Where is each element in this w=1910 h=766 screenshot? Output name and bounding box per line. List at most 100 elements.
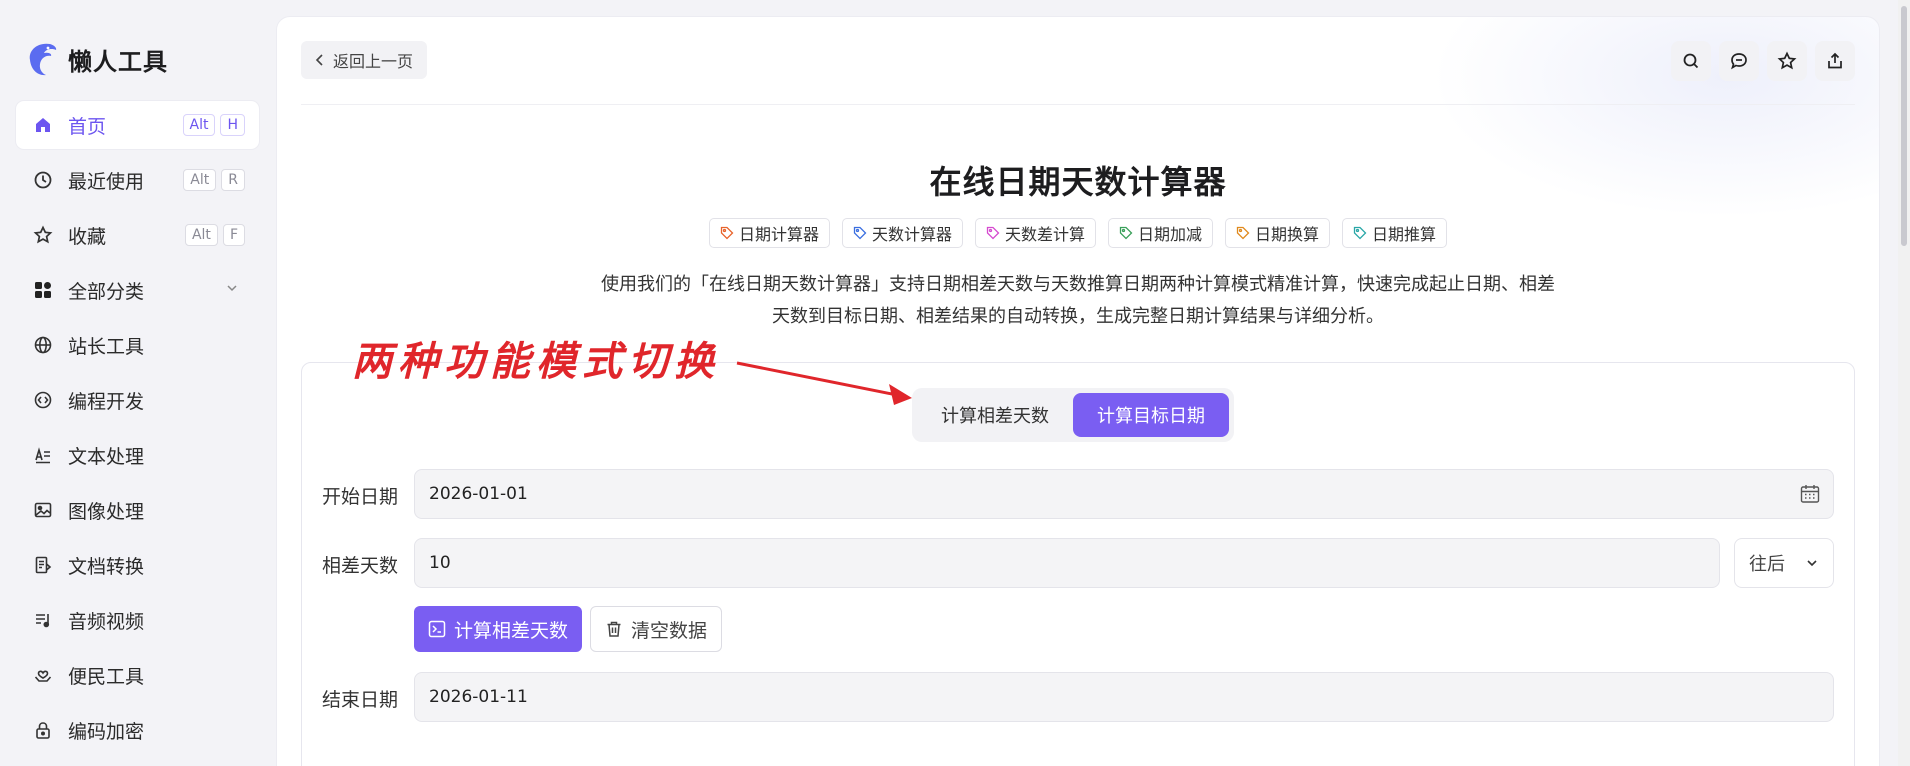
share-icon — [1828, 52, 1842, 69]
trash-icon — [607, 621, 621, 637]
comment-icon — [1731, 53, 1747, 70]
sidebar-item-label: 文本处理 — [68, 445, 145, 468]
direction-select[interactable]: 往后 — [1734, 538, 1834, 588]
tag-list: 日期计算器 天数计算器 天数差计算 日期加减 日期换算 日期推算 — [277, 218, 1879, 248]
sidebar-item-recent[interactable]: 最近使用 Alt R — [16, 156, 259, 204]
tag-label: 日期换算 — [1255, 225, 1320, 244]
sidebar-item-image[interactable]: 图像处理 — [16, 486, 259, 534]
sidebar-item-favorites[interactable]: 收藏 Alt F — [16, 211, 259, 259]
chevron-down-icon — [1807, 560, 1817, 567]
direction-value: 往后 — [1749, 554, 1785, 575]
annotation-text: 两种功能模式切换 — [352, 338, 720, 385]
shortcut-key: Alt — [184, 224, 218, 246]
top-bar: 返回上一页 — [301, 41, 1855, 81]
sidebar-item-label: 站长工具 — [68, 335, 145, 358]
app-name: 懒人工具 — [68, 47, 168, 76]
tag[interactable]: 天数差计算 — [974, 218, 1096, 248]
tag-icon — [720, 226, 734, 240]
shortcut-key: Alt — [183, 169, 217, 191]
lock-icon — [32, 719, 54, 741]
code-icon — [32, 389, 54, 411]
clear-button[interactable]: 清空数据 — [590, 606, 723, 652]
sidebar-item-audio-video[interactable]: 音频视频 — [16, 596, 259, 644]
back-button[interactable]: 返回上一页 — [301, 41, 428, 79]
tag-label: 日期加减 — [1138, 225, 1203, 244]
shortcut-key: H — [220, 114, 245, 136]
dolphin-logo-icon — [29, 43, 57, 76]
search-icon — [1683, 53, 1699, 69]
document-icon — [32, 554, 54, 576]
sidebar: 懒人工具 首页 Alt H 最近使用 Alt R 收藏 Alt F 全部分类 站… — [0, 0, 274, 766]
end-date-value: 2026-01-11 — [429, 687, 528, 707]
search-button[interactable] — [1671, 41, 1711, 81]
music-icon — [32, 609, 54, 631]
grid-icon — [32, 279, 54, 301]
shortcut-key: R — [221, 169, 245, 191]
share-button[interactable] — [1815, 41, 1855, 81]
diff-days-label: 相差天数 — [322, 555, 399, 577]
diff-days-value: 10 — [429, 553, 451, 573]
calculate-button[interactable]: 计算相差天数 — [414, 606, 583, 652]
main-panel: 返回上一页 在线日期天数计算器 日期计算器 天数计算器 天数差计算 日期加减 日… — [276, 16, 1880, 766]
end-date-label: 结束日期 — [322, 689, 399, 711]
tag[interactable]: 日期推算 — [1342, 218, 1448, 248]
chevron-down-icon — [225, 281, 239, 299]
sidebar-item-encoding[interactable]: 编码加密 — [16, 706, 259, 754]
terminal-icon — [428, 620, 446, 638]
tag[interactable]: 日期计算器 — [708, 218, 830, 248]
sidebar-item-text[interactable]: 文本处理 — [16, 431, 259, 479]
mode-switch: 计算相差天数 计算目标日期 — [912, 388, 1234, 442]
chevron-left-icon — [315, 54, 323, 66]
tag-icon — [1119, 226, 1133, 240]
tag-label: 天数差计算 — [1004, 225, 1085, 244]
start-date-value: 2026-01-01 — [429, 484, 528, 504]
star-icon — [1777, 51, 1797, 70]
scrollbar-thumb[interactable] — [1901, 6, 1907, 246]
tag-icon — [986, 226, 1000, 240]
tag-icon — [853, 226, 867, 240]
sidebar-item-label: 文档转换 — [68, 555, 145, 578]
tag-label: 日期计算器 — [738, 225, 819, 244]
sidebar-item-label: 最近使用 — [68, 170, 145, 193]
sidebar-item-programming[interactable]: 编程开发 — [16, 376, 259, 424]
text-icon — [32, 444, 54, 466]
sidebar-item-label: 便民工具 — [68, 665, 145, 688]
sidebar-item-home[interactable]: 首页 Alt H — [16, 101, 259, 149]
sidebar-item-webmaster[interactable]: 站长工具 — [16, 321, 259, 369]
top-actions — [1671, 41, 1855, 81]
calculate-button-label: 计算相差天数 — [454, 619, 569, 642]
sidebar-nav: 首页 Alt H 最近使用 Alt R 收藏 Alt F 全部分类 站长工具 编… — [16, 101, 259, 761]
tag[interactable]: 日期换算 — [1225, 218, 1331, 248]
mode-diff-days[interactable]: 计算相差天数 — [917, 393, 1073, 437]
page-title: 在线日期天数计算器 — [929, 163, 1227, 201]
diff-days-input[interactable]: 10 — [414, 538, 1720, 588]
tag[interactable]: 天数计算器 — [841, 218, 963, 248]
mode-target-date[interactable]: 计算目标日期 — [1073, 393, 1229, 437]
tag[interactable]: 日期加减 — [1108, 218, 1214, 248]
globe-icon — [32, 334, 54, 356]
back-button-label: 返回上一页 — [333, 52, 414, 71]
shortcut-key: Alt — [182, 114, 216, 136]
description-line: 使用我们的「在线日期天数计算器」支持日期相差天数与天数推算日期两种计算模式精准计… — [601, 274, 1555, 295]
end-date-output: 2026-01-11 — [414, 672, 1834, 722]
image-icon — [32, 499, 54, 521]
sidebar-item-all-categories[interactable]: 全部分类 — [16, 266, 259, 314]
tag-icon — [1353, 226, 1367, 240]
sidebar-item-label: 全部分类 — [68, 280, 145, 303]
clear-button-label: 清空数据 — [631, 619, 708, 642]
tag-label: 日期推算 — [1372, 225, 1437, 244]
shortcut-key: F — [222, 224, 245, 246]
favorite-button[interactable] — [1767, 41, 1807, 81]
hand-heart-icon — [32, 664, 54, 686]
sidebar-item-document[interactable]: 文档转换 — [16, 541, 259, 589]
sidebar-item-label: 音频视频 — [68, 610, 145, 633]
logo[interactable]: 懒人工具 — [24, 40, 168, 78]
comment-button[interactable] — [1719, 41, 1759, 81]
divider — [301, 104, 1855, 105]
sidebar-item-label: 编码加密 — [68, 720, 145, 743]
start-date-input[interactable]: 2026-01-01 — [414, 469, 1834, 519]
sidebar-item-convenience[interactable]: 便民工具 — [16, 651, 259, 699]
star-icon — [32, 224, 54, 246]
calendar-icon[interactable] — [1799, 483, 1821, 505]
scrollbar[interactable] — [1898, 0, 1910, 766]
